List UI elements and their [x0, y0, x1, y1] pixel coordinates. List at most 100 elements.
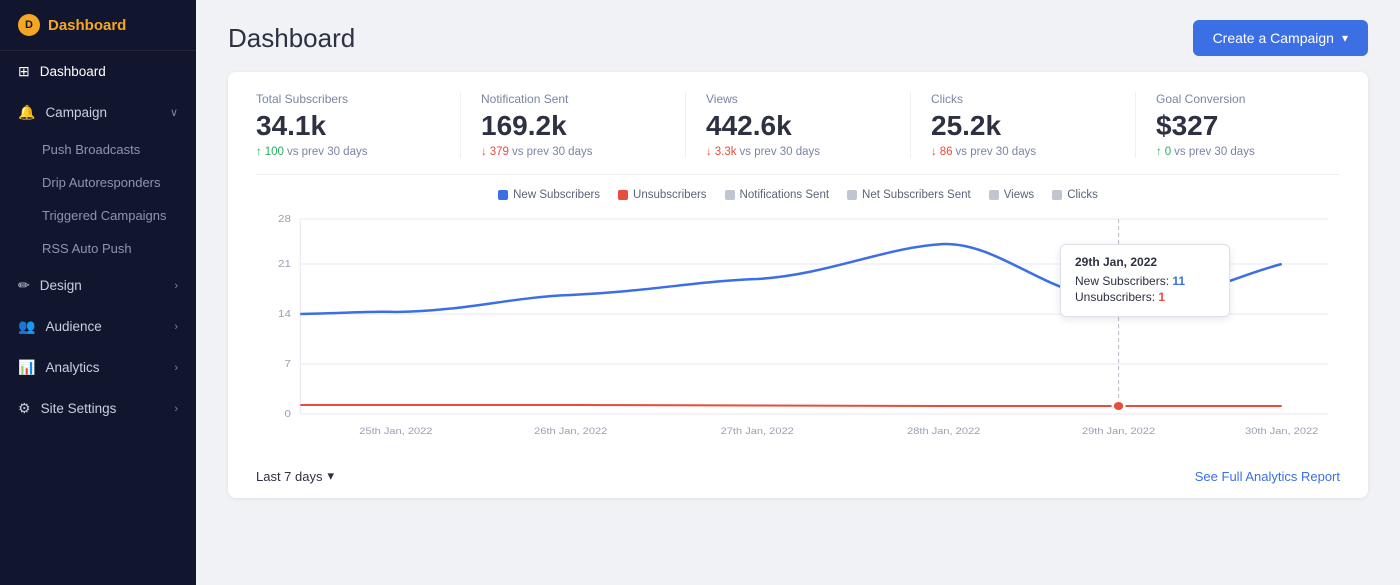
svg-text:30th Jan, 2022: 30th Jan, 2022 [1245, 427, 1318, 437]
sidebar-item-design[interactable]: ✏ Design › [0, 265, 196, 306]
svg-text:27th Jan, 2022: 27th Jan, 2022 [721, 427, 794, 437]
legend-net-subscribers: Net Subscribers Sent [847, 189, 971, 201]
delta-num-2: 3.3k [715, 146, 737, 158]
delta-arrow-up-0: ↑ [256, 146, 262, 158]
delta-suffix-3: vs prev 30 days [956, 146, 1037, 158]
stat-total-subscribers: Total Subscribers 34.1k ↑ 100 vs prev 30… [256, 92, 461, 158]
stat-label-2: Views [706, 92, 890, 106]
chevron-right-icon-4: › [174, 403, 178, 415]
chevron-right-icon-3: › [174, 362, 178, 374]
delta-suffix-4: vs prev 30 days [1174, 146, 1255, 158]
stat-delta-2: ↓ 3.3k vs prev 30 days [706, 146, 890, 158]
legend-dot-notifications-sent [725, 190, 735, 200]
sidebar-logo-label: Dashboard [48, 17, 126, 34]
campaign-submenu: Push Broadcasts Drip Autoresponders Trig… [0, 133, 196, 265]
chevron-right-icon: › [174, 280, 178, 292]
delta-num-1: 379 [490, 146, 509, 158]
sidebar-item-site-settings[interactable]: ⚙ Site Settings › [0, 388, 196, 429]
main-content: Dashboard Create a Campaign ▾ Total Subs… [196, 0, 1400, 585]
legend-label-notifications-sent: Notifications Sent [740, 189, 830, 201]
svg-text:28th Jan, 2022: 28th Jan, 2022 [907, 427, 980, 437]
audience-icon: 👥 [18, 318, 35, 335]
stat-views: Views 442.6k ↓ 3.3k vs prev 30 days [706, 92, 911, 158]
page-header: Dashboard Create a Campaign ▾ [196, 0, 1400, 72]
chart-legend: New Subscribers Unsubscribers Notificati… [256, 189, 1340, 209]
stat-label-0: Total Subscribers [256, 92, 440, 106]
svg-text:0: 0 [284, 409, 290, 420]
stat-delta-0: ↑ 100 vs prev 30 days [256, 146, 440, 158]
stat-value-1: 169.2k [481, 110, 665, 142]
last-days-chevron-icon: ▾ [328, 468, 335, 484]
legend-label-views: Views [1004, 189, 1034, 201]
legend-new-subscribers: New Subscribers [498, 189, 600, 201]
create-campaign-label: Create a Campaign [1213, 30, 1334, 46]
delta-arrow-up-4: ↑ [1156, 146, 1162, 158]
svg-text:25th Jan, 2022: 25th Jan, 2022 [359, 427, 432, 437]
sidebar-logo[interactable]: D Dashboard [0, 0, 196, 51]
logo-icon: D [18, 14, 40, 36]
stat-delta-3: ↓ 86 vs prev 30 days [931, 146, 1115, 158]
sidebar-item-dashboard[interactable]: ⊞ Dashboard [0, 51, 196, 92]
stat-notification-sent: Notification Sent 169.2k ↓ 379 vs prev 3… [481, 92, 686, 158]
sidebar-item-campaign[interactable]: 🔔 Campaign ∨ [0, 92, 196, 133]
stat-delta-4: ↑ 0 vs prev 30 days [1156, 146, 1340, 158]
tooltip-unsubscribers-value: 1 [1158, 290, 1165, 304]
stat-value-3: 25.2k [931, 110, 1115, 142]
legend-dot-new-subscribers [498, 190, 508, 200]
see-full-analytics-link[interactable]: See Full Analytics Report [1195, 469, 1340, 484]
svg-text:21: 21 [278, 259, 291, 270]
tooltip-new-subscribers-row: New Subscribers: 11 [1075, 274, 1215, 288]
sidebar-item-analytics-label: Analytics [45, 360, 99, 375]
page-title: Dashboard [228, 23, 355, 54]
sidebar-item-rss-auto-push[interactable]: RSS Auto Push [42, 232, 196, 265]
last-days-button[interactable]: Last 7 days ▾ [256, 468, 334, 484]
legend-dot-views [989, 190, 999, 200]
legend-unsubscribers: Unsubscribers [618, 189, 707, 201]
sidebar-item-drip-autoresponders[interactable]: Drip Autoresponders [42, 166, 196, 199]
tooltip-new-subscribers-label: New Subscribers: [1075, 274, 1169, 288]
legend-clicks: Clicks [1052, 189, 1098, 201]
svg-text:7: 7 [284, 359, 290, 370]
create-chevron-icon: ▾ [1342, 31, 1348, 45]
sidebar-item-audience[interactable]: 👥 Audience › [0, 306, 196, 347]
stat-label-3: Clicks [931, 92, 1115, 106]
unsubscribers-line [300, 405, 1281, 406]
delta-num-0: 100 [265, 146, 284, 158]
design-icon: ✏ [18, 277, 30, 294]
dashboard-card: Total Subscribers 34.1k ↑ 100 vs prev 30… [228, 72, 1368, 498]
sidebar: D Dashboard ⊞ Dashboard 🔔 Campaign ∨ Pus… [0, 0, 196, 585]
svg-text:29th Jan, 2022: 29th Jan, 2022 [1082, 427, 1155, 437]
tooltip-unsubscribers-row: Unsubscribers: 1 [1075, 290, 1215, 304]
legend-notifications-sent: Notifications Sent [725, 189, 830, 201]
sidebar-item-audience-label: Audience [45, 319, 101, 334]
delta-num-4: 0 [1165, 146, 1171, 158]
chevron-right-icon-2: › [174, 321, 178, 333]
stat-label-1: Notification Sent [481, 92, 665, 106]
legend-dot-unsubscribers [618, 190, 628, 200]
stat-value-0: 34.1k [256, 110, 440, 142]
stat-goal-conversion: Goal Conversion $327 ↑ 0 vs prev 30 days [1156, 92, 1340, 158]
chart-footer: Last 7 days ▾ See Full Analytics Report [256, 456, 1340, 498]
last-days-label: Last 7 days [256, 469, 323, 484]
sidebar-item-design-label: Design [40, 278, 82, 293]
legend-label-unsubscribers: Unsubscribers [633, 189, 707, 201]
stat-value-4: $327 [1156, 110, 1340, 142]
stats-row: Total Subscribers 34.1k ↑ 100 vs prev 30… [256, 92, 1340, 175]
delta-arrow-down-1: ↓ [481, 146, 487, 158]
sidebar-item-push-broadcasts[interactable]: Push Broadcasts [42, 133, 196, 166]
delta-suffix-0: vs prev 30 days [287, 146, 368, 158]
svg-text:14: 14 [278, 309, 291, 320]
chart-area: 0 7 14 21 28 25th Jan, 2022 26th Jan, 20… [256, 209, 1340, 454]
sidebar-item-triggered-campaigns[interactable]: Triggered Campaigns [42, 199, 196, 232]
create-campaign-button[interactable]: Create a Campaign ▾ [1193, 20, 1368, 56]
chart-tooltip: 29th Jan, 2022 New Subscribers: 11 Unsub… [1060, 244, 1230, 317]
tooltip-date: 29th Jan, 2022 [1075, 255, 1215, 269]
sidebar-item-analytics[interactable]: 📊 Analytics › [0, 347, 196, 388]
chevron-down-icon: ∨ [170, 106, 178, 119]
campaign-icon: 🔔 [18, 104, 35, 121]
svg-text:26th Jan, 2022: 26th Jan, 2022 [534, 427, 607, 437]
tooltip-dot-red [1113, 401, 1125, 411]
site-settings-icon: ⚙ [18, 400, 31, 417]
delta-suffix-1: vs prev 30 days [512, 146, 593, 158]
legend-dot-net-subscribers [847, 190, 857, 200]
